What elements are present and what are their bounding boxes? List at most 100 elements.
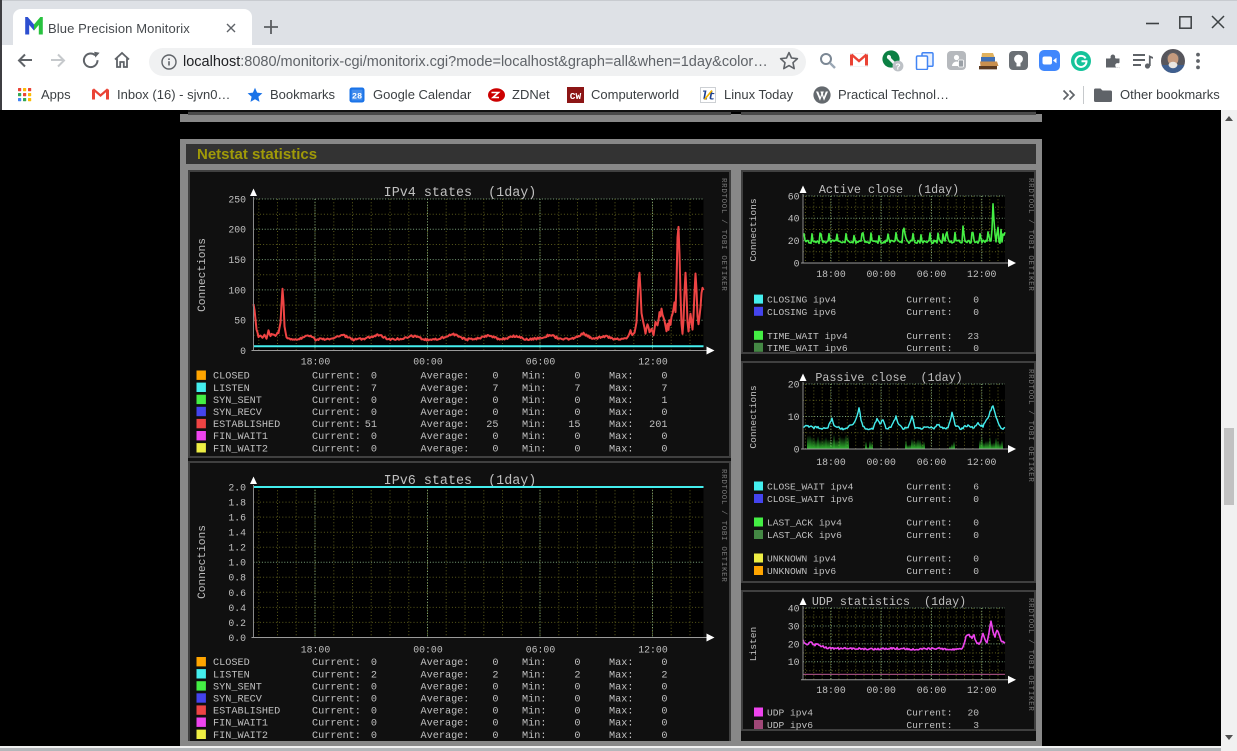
svg-text:Min:: Min:: [522, 669, 546, 681]
svg-text:?: ?: [895, 62, 900, 72]
svg-text:Passive close (1day): Passive close (1day): [815, 371, 962, 385]
svg-text:6: 6: [973, 482, 979, 493]
svg-text:Min:: Min:: [522, 383, 546, 395]
svg-text:Current:: Current:: [906, 708, 952, 719]
svg-text:UDP statistics (1day): UDP statistics (1day): [812, 595, 966, 609]
svg-text:10: 10: [788, 412, 800, 423]
svg-text:0: 0: [661, 695, 667, 706]
svg-text:ESTABLISHED: ESTABLISHED: [213, 420, 280, 431]
svg-text:0: 0: [371, 396, 377, 407]
svg-text:1.2: 1.2: [228, 543, 246, 554]
svg-text:Max:: Max:: [609, 444, 633, 455]
svg-text:Min:: Min:: [522, 407, 546, 419]
svg-text:0: 0: [973, 554, 979, 565]
svg-text:Current:: Current:: [312, 658, 361, 669]
svg-text:Average:: Average:: [421, 372, 470, 383]
svg-text:Current:: Current:: [312, 719, 361, 730]
svg-text:7: 7: [574, 384, 580, 395]
svg-text:0: 0: [492, 695, 498, 706]
svg-text:Average:: Average:: [421, 695, 470, 706]
svg-text:Average:: Average:: [421, 658, 470, 669]
svg-text:Min:: Min:: [522, 431, 546, 443]
svg-text:06:00: 06:00: [526, 645, 556, 656]
svg-text:2: 2: [574, 670, 580, 681]
svg-text:Min:: Min:: [522, 718, 546, 730]
svg-text:SYN_SENT: SYN_SENT: [213, 682, 262, 693]
svg-text:SYN_RECV: SYN_RECV: [213, 695, 263, 706]
svg-text:18:00: 18:00: [816, 457, 846, 468]
svg-text:00:00: 00:00: [866, 457, 896, 468]
svg-text:0: 0: [574, 658, 580, 669]
svg-text:Max:: Max:: [609, 695, 633, 706]
svg-text:00:00: 00:00: [413, 645, 443, 656]
svg-text:Current:: Current:: [906, 554, 952, 565]
svg-text:Current:: Current:: [906, 343, 952, 354]
svg-text:0: 0: [574, 396, 580, 407]
svg-text:3: 3: [973, 720, 979, 731]
svg-text:0: 0: [574, 695, 580, 706]
svg-text:0: 0: [492, 707, 498, 718]
svg-text:LAST_ACK ipv4: LAST_ACK ipv4: [767, 518, 842, 529]
svg-text:0: 0: [661, 372, 667, 383]
svg-text:0: 0: [371, 372, 377, 383]
svg-text:Max:: Max:: [609, 372, 633, 383]
svg-text:0: 0: [492, 396, 498, 407]
svg-text:18:00: 18:00: [816, 685, 846, 696]
svg-text:0: 0: [492, 432, 498, 443]
svg-text:51: 51: [365, 420, 377, 431]
svg-text:Current:: Current:: [312, 682, 361, 693]
svg-text:Current:: Current:: [906, 331, 952, 342]
svg-text:LISTEN: LISTEN: [213, 670, 250, 681]
svg-text:0: 0: [574, 372, 580, 383]
svg-text:Min:: Min:: [522, 371, 546, 383]
svg-text:Current:: Current:: [312, 372, 361, 383]
svg-text:06:00: 06:00: [917, 269, 947, 280]
svg-text:20: 20: [788, 236, 800, 247]
svg-text:TIME_WAIT ipv4: TIME_WAIT ipv4: [767, 331, 848, 342]
svg-text:1.4: 1.4: [228, 528, 246, 539]
svg-text:Average:: Average:: [421, 682, 470, 693]
svg-text:Average:: Average:: [421, 670, 470, 681]
svg-text:0: 0: [240, 346, 246, 357]
svg-text:Max:: Max:: [609, 396, 633, 407]
svg-text:0: 0: [371, 707, 377, 718]
svg-text:0.8: 0.8: [228, 573, 246, 584]
svg-text:0: 0: [661, 658, 667, 669]
svg-text:Current:: Current:: [312, 420, 361, 431]
svg-text:CLOSED: CLOSED: [213, 372, 250, 383]
svg-text:Min:: Min:: [522, 681, 546, 693]
svg-text:RRDTOOL / TOBI OETIKER: RRDTOOL / TOBI OETIKER: [719, 469, 727, 582]
svg-text:0: 0: [574, 719, 580, 730]
svg-text:06:00: 06:00: [917, 457, 947, 468]
svg-text:0: 0: [371, 695, 377, 706]
svg-text:0: 0: [661, 444, 667, 455]
svg-text:0: 0: [492, 719, 498, 730]
svg-text:0: 0: [492, 658, 498, 669]
svg-text:Current:: Current:: [312, 444, 361, 455]
svg-text:RRDTOOL / TOBI OETIKER: RRDTOOL / TOBI OETIKER: [1026, 369, 1034, 482]
svg-text:FIN_WAIT1: FIN_WAIT1: [213, 432, 268, 443]
svg-text:CLOSE_WAIT ipv6: CLOSE_WAIT ipv6: [767, 494, 854, 505]
svg-text:RRDTOOL / TOBI OETIKER: RRDTOOL / TOBI OETIKER: [1026, 178, 1034, 291]
svg-text:CLOSING ipv6: CLOSING ipv6: [767, 307, 836, 318]
svg-text:0: 0: [574, 707, 580, 718]
svg-text:0: 0: [371, 658, 377, 669]
svg-text:0: 0: [492, 372, 498, 383]
svg-text:Max:: Max:: [609, 420, 633, 431]
svg-text:40: 40: [788, 603, 800, 614]
svg-text:Active close (1day): Active close (1day): [819, 183, 959, 197]
svg-text:UNKNOWN ipv6: UNKNOWN ipv6: [767, 566, 836, 577]
svg-text:20: 20: [967, 708, 979, 719]
svg-text:Min:: Min:: [522, 730, 546, 742]
svg-text:Min:: Min:: [522, 706, 546, 718]
svg-text:00:00: 00:00: [413, 357, 443, 368]
svg-text:12:00: 12:00: [967, 457, 997, 468]
svg-text:0: 0: [661, 719, 667, 730]
svg-text:0: 0: [492, 682, 498, 693]
svg-text:Current:: Current:: [906, 307, 952, 318]
svg-text:0.6: 0.6: [228, 588, 246, 599]
svg-text:1.6: 1.6: [228, 513, 246, 524]
svg-text:Average:: Average:: [421, 432, 470, 443]
svg-text:Connections: Connections: [197, 238, 209, 312]
svg-text:0: 0: [371, 682, 377, 693]
